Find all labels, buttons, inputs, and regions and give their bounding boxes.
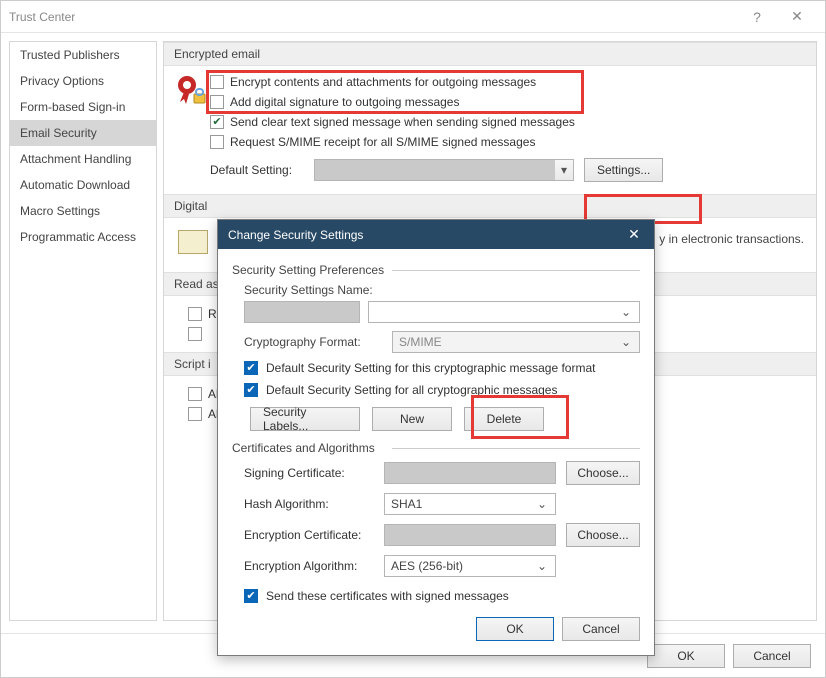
sidebar-item-privacy-options[interactable]: Privacy Options [10, 68, 156, 94]
label-send-certs: Send these certificates with signed mess… [266, 589, 509, 603]
window-title: Trust Center [9, 10, 75, 24]
new-button[interactable]: New [372, 407, 452, 431]
titlebar: Trust Center ? ✕ [1, 1, 825, 33]
chevron-down-icon: ⌄ [535, 559, 549, 573]
sign-cert-field [384, 462, 556, 484]
checkbox-default-format[interactable] [244, 361, 258, 375]
settings-button[interactable]: Settings... [584, 158, 663, 182]
sidebar-item-trusted-publishers[interactable]: Trusted Publishers [10, 42, 156, 68]
enc-alg-value: AES (256-bit) [391, 559, 463, 573]
choose-sign-cert-button[interactable]: Choose... [566, 461, 640, 485]
close-icon[interactable]: ✕ [777, 8, 817, 25]
section-certs: Certificates and Algorithms [232, 441, 640, 455]
checkbox-script-1[interactable] [188, 387, 202, 401]
sidebar: Trusted Publishers Privacy Options Form-… [9, 41, 157, 621]
close-icon[interactable]: ✕ [624, 226, 644, 243]
checkbox-encrypt[interactable] [210, 75, 224, 89]
section-security-prefs: Security Setting Preferences [232, 263, 640, 277]
sidebar-item-automatic-download[interactable]: Automatic Download [10, 172, 156, 198]
chevron-down-icon: ⌄ [535, 497, 549, 511]
hash-combo[interactable]: SHA1 ⌄ [384, 493, 556, 515]
help-icon[interactable]: ? [737, 9, 777, 25]
label-cleartext: Send clear text signed message when send… [230, 115, 575, 129]
enc-cert-field [384, 524, 556, 546]
cancel-button[interactable]: Cancel [733, 644, 811, 668]
row-encrypt: Encrypt contents and attachments for out… [164, 72, 816, 92]
delete-button[interactable]: Delete [464, 407, 544, 431]
checkbox-read-2[interactable] [188, 327, 202, 341]
change-security-settings-dialog: Change Security Settings ✕ Security Sett… [217, 219, 655, 656]
checkbox-send-certs[interactable] [244, 589, 258, 603]
security-name-combo[interactable]: ⌄ [368, 301, 640, 323]
ribbon-lock-icon [174, 72, 208, 106]
digital-blurb: y in electronic transactions. [659, 232, 804, 246]
label-encrypt: Encrypt contents and attachments for out… [230, 75, 536, 89]
crypto-format-value: S/MIME [399, 335, 442, 349]
checkbox-default-all[interactable] [244, 383, 258, 397]
sidebar-item-programmatic-access[interactable]: Programmatic Access [10, 224, 156, 250]
security-labels-button[interactable]: Security Labels... [250, 407, 360, 431]
label-default-format: Default Security Setting for this crypto… [266, 361, 595, 375]
combo-default-setting[interactable]: ▾ [314, 159, 574, 181]
label-hash: Hash Algorithm: [244, 497, 374, 511]
sidebar-item-form-signin[interactable]: Form-based Sign-in [10, 94, 156, 120]
label-default-setting: Default Setting: [210, 163, 304, 177]
sidebar-item-macro-settings[interactable]: Macro Settings [10, 198, 156, 224]
combo-default-value [315, 160, 555, 180]
enc-alg-combo[interactable]: AES (256-bit) ⌄ [384, 555, 556, 577]
group-digital: Digital [164, 194, 816, 218]
label-default-all: Default Security Setting for all cryptog… [266, 383, 557, 397]
checkbox-read-1[interactable] [188, 307, 202, 321]
group-encrypted-email: Encrypted email [164, 42, 816, 66]
choose-enc-cert-button[interactable]: Choose... [566, 523, 640, 547]
checkbox-cleartext[interactable] [210, 115, 224, 129]
label-enc-alg: Encryption Algorithm: [244, 559, 374, 573]
label-security-name: Security Settings Name: [244, 283, 384, 297]
crypto-format-combo[interactable]: S/MIME ⌄ [392, 331, 640, 353]
label-enc-cert: Encryption Certificate: [244, 528, 374, 542]
sidebar-item-email-security[interactable]: Email Security [10, 120, 156, 146]
sidebar-item-attachment-handling[interactable]: Attachment Handling [10, 146, 156, 172]
dialog-cancel-button[interactable]: Cancel [562, 617, 640, 641]
label-sign-cert: Signing Certificate: [244, 466, 374, 480]
checkbox-sign[interactable] [210, 95, 224, 109]
ok-button[interactable]: OK [647, 644, 725, 668]
chevron-down-icon: ⌄ [619, 335, 633, 349]
checkbox-receipt[interactable] [210, 135, 224, 149]
row-sign: Add digital signature to outgoing messag… [164, 92, 816, 112]
chevron-down-icon: ▾ [555, 163, 573, 177]
certificate-icon [178, 230, 208, 254]
checkbox-script-2[interactable] [188, 407, 202, 421]
row-receipt: Request S/MIME receipt for all S/MIME si… [164, 132, 816, 152]
chevron-down-icon: ⌄ [619, 305, 633, 319]
name-prefix-disabled [244, 301, 360, 323]
label-crypto-format: Cryptography Format: [244, 335, 384, 349]
dialog-title: Change Security Settings [228, 228, 363, 242]
trust-center-window: Trust Center ? ✕ Trusted Publishers Priv… [0, 0, 826, 678]
label-receipt: Request S/MIME receipt for all S/MIME si… [230, 135, 535, 149]
label-sign: Add digital signature to outgoing messag… [230, 95, 459, 109]
row-default-setting: Default Setting: ▾ Settings... [164, 152, 816, 188]
row-cleartext: Send clear text signed message when send… [164, 112, 816, 132]
hash-value: SHA1 [391, 497, 422, 511]
dialog-titlebar: Change Security Settings ✕ [218, 220, 654, 249]
dialog-ok-button[interactable]: OK [476, 617, 554, 641]
